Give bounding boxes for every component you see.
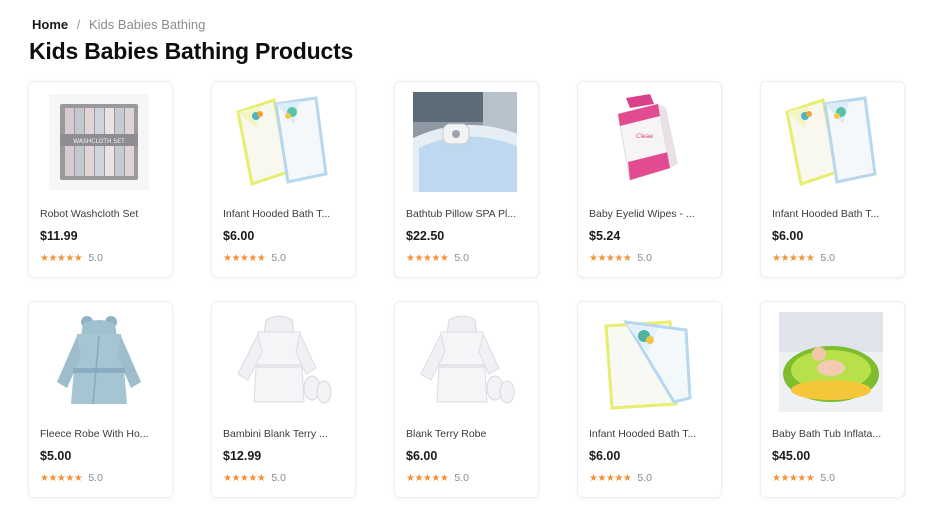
star-rating-icon: ★★★★★ xyxy=(40,472,83,484)
product-name[interactable]: Baby Eyelid Wipes - ... xyxy=(589,208,715,220)
product-card[interactable]: Cleae Baby Eyelid Wipes - ... $5.24 ★★★★★ 5… xyxy=(577,81,722,278)
svg-text:Cleae: Cleae xyxy=(636,133,653,140)
product-image[interactable] xyxy=(230,92,334,192)
product-rating: ★★★★★ 5.0 xyxy=(589,472,652,484)
page-title: Kids Babies Bathing Products xyxy=(29,38,354,64)
product-card[interactable]: Infant Hooded Bath T... $6.00 ★★★★★ 5.0 xyxy=(760,81,905,278)
product-rating: ★★★★★ 5.0 xyxy=(40,472,103,484)
product-image[interactable]: WASHCLOTH SET xyxy=(47,92,151,192)
rating-value: 5.0 xyxy=(271,252,286,264)
product-rating: ★★★★★ 5.0 xyxy=(223,472,286,484)
product-price: $45.00 xyxy=(772,449,811,463)
product-rating: ★★★★★ 5.0 xyxy=(772,252,835,264)
rating-value: 5.0 xyxy=(820,252,835,264)
star-rating-icon: ★★★★★ xyxy=(772,252,815,264)
star-rating-icon: ★★★★★ xyxy=(589,472,632,484)
product-name[interactable]: Bathtub Pillow SPA Pl... xyxy=(406,208,532,220)
product-price: $12.99 xyxy=(223,449,262,463)
product-price: $5.24 xyxy=(589,229,621,243)
rating-value: 5.0 xyxy=(454,252,469,264)
product-image[interactable] xyxy=(413,92,517,192)
product-name[interactable]: Fleece Robe With Ho... xyxy=(40,428,166,440)
product-price: $11.99 xyxy=(40,229,78,243)
product-listing-page: Home / Kids Babies Bathing Kids Babies B… xyxy=(0,0,938,509)
product-rating: ★★★★★ 5.0 xyxy=(406,472,469,484)
product-image[interactable] xyxy=(47,312,151,412)
product-rating: ★★★★★ 5.0 xyxy=(40,252,103,264)
product-rating: ★★★★★ 5.0 xyxy=(406,252,469,264)
breadcrumb-home-link[interactable]: Home xyxy=(32,17,68,32)
product-price: $5.00 xyxy=(40,449,72,463)
product-rating: ★★★★★ 5.0 xyxy=(223,252,286,264)
product-name[interactable]: Blank Terry Robe xyxy=(406,428,532,440)
product-image[interactable]: Cleae xyxy=(596,92,700,192)
product-price: $6.00 xyxy=(589,449,621,463)
star-rating-icon: ★★★★★ xyxy=(40,252,83,264)
product-card[interactable]: Fleece Robe With Ho... $5.00 ★★★★★ 5.0 xyxy=(28,301,173,498)
product-name[interactable]: Infant Hooded Bath T... xyxy=(772,208,898,220)
svg-text:WASHCLOTH SET: WASHCLOTH SET xyxy=(73,138,125,145)
product-card[interactable]: Baby Bath Tub Inflata... $45.00 ★★★★★ 5.0 xyxy=(760,301,905,498)
rating-value: 5.0 xyxy=(271,472,286,484)
product-rating: ★★★★★ 5.0 xyxy=(772,472,835,484)
product-card[interactable]: Infant Hooded Bath T... $6.00 ★★★★★ 5.0 xyxy=(211,81,356,278)
star-rating-icon: ★★★★★ xyxy=(772,472,815,484)
product-grid: WASHCLOTH SET Robot Washcloth Set $11.99 ★… xyxy=(28,81,905,498)
product-card[interactable]: Bambini Blank Terry ... $12.99 ★★★★★ 5.0 xyxy=(211,301,356,498)
rating-value: 5.0 xyxy=(637,252,652,264)
product-image[interactable] xyxy=(413,312,517,412)
product-name[interactable]: Infant Hooded Bath T... xyxy=(223,208,349,220)
star-rating-icon: ★★★★★ xyxy=(223,472,266,484)
product-card[interactable]: WASHCLOTH SET Robot Washcloth Set $11.99 ★… xyxy=(28,81,173,278)
product-image[interactable] xyxy=(596,312,700,412)
rating-value: 5.0 xyxy=(88,252,103,264)
product-name[interactable]: Robot Washcloth Set xyxy=(40,208,166,220)
rating-value: 5.0 xyxy=(637,472,652,484)
product-card[interactable]: Blank Terry Robe $6.00 ★★★★★ 5.0 xyxy=(394,301,539,498)
product-name[interactable]: Baby Bath Tub Inflata... xyxy=(772,428,898,440)
product-price: $6.00 xyxy=(772,229,804,243)
rating-value: 5.0 xyxy=(820,472,835,484)
breadcrumb-separator: / xyxy=(76,17,81,32)
product-name[interactable]: Infant Hooded Bath T... xyxy=(589,428,715,440)
rating-value: 5.0 xyxy=(454,472,469,484)
product-card[interactable]: Bathtub Pillow SPA Pl... $22.50 ★★★★★ 5.0 xyxy=(394,81,539,278)
star-rating-icon: ★★★★★ xyxy=(406,472,449,484)
product-image[interactable] xyxy=(779,92,883,192)
star-rating-icon: ★★★★★ xyxy=(223,252,266,264)
product-image[interactable] xyxy=(230,312,334,412)
rating-value: 5.0 xyxy=(88,472,103,484)
product-price: $22.50 xyxy=(406,229,445,243)
product-name[interactable]: Bambini Blank Terry ... xyxy=(223,428,349,440)
product-rating: ★★★★★ 5.0 xyxy=(589,252,652,264)
breadcrumb-current: Kids Babies Bathing xyxy=(89,17,206,32)
breadcrumb: Home / Kids Babies Bathing xyxy=(32,17,205,32)
product-price: $6.00 xyxy=(223,229,255,243)
product-card[interactable]: Infant Hooded Bath T... $6.00 ★★★★★ 5.0 xyxy=(577,301,722,498)
star-rating-icon: ★★★★★ xyxy=(406,252,449,264)
product-image[interactable] xyxy=(779,312,883,412)
star-rating-icon: ★★★★★ xyxy=(589,252,632,264)
product-price: $6.00 xyxy=(406,449,438,463)
